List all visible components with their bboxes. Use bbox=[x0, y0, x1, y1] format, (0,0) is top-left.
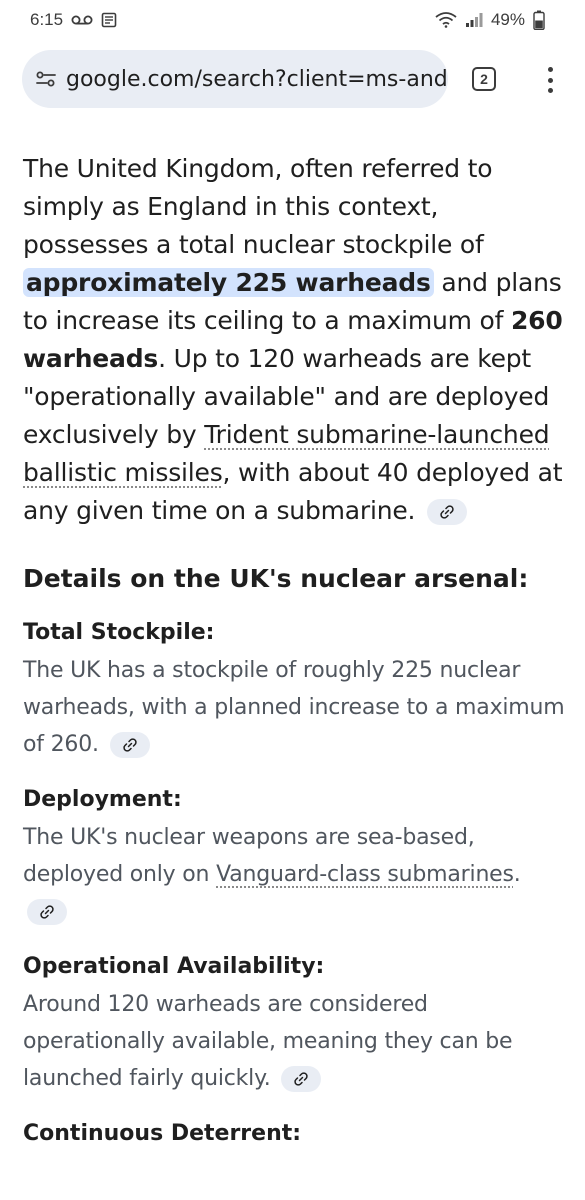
news-icon bbox=[101, 12, 117, 28]
detail-item: Total Stockpile: The UK has a stockpile … bbox=[23, 618, 568, 763]
battery-icon bbox=[533, 10, 545, 30]
detail-body-text: Around 120 warheads are considered opera… bbox=[23, 992, 513, 1091]
overflow-menu-icon[interactable] bbox=[540, 64, 560, 96]
wifi-icon bbox=[435, 12, 457, 28]
detail-body-text: The UK has a stockpile of roughly 225 nu… bbox=[23, 658, 565, 757]
detail-title: Total Stockpile: bbox=[23, 620, 215, 645]
site-settings-icon[interactable] bbox=[34, 67, 58, 91]
status-right: 49% bbox=[435, 10, 545, 30]
voicemail-icon bbox=[71, 14, 93, 26]
detail-item: Deployment: The UK's nuclear weapons are… bbox=[23, 785, 568, 930]
detail-body: The UK has a stockpile of roughly 225 nu… bbox=[23, 652, 568, 763]
tab-switcher-button[interactable]: 2 bbox=[472, 67, 496, 91]
source-link-icon[interactable] bbox=[109, 732, 150, 758]
ai-overview-content: The United Kingdom, often referred to si… bbox=[23, 150, 568, 1149]
detail-title: Operational Availability: bbox=[23, 954, 325, 979]
address-bar[interactable]: google.com/search?client=ms-andr bbox=[22, 50, 448, 108]
highlighted-fact: approximately 225 warheads bbox=[23, 268, 434, 297]
browser-toolbar: google.com/search?client=ms-andr 2 bbox=[0, 40, 585, 118]
vanguard-link[interactable]: Vanguard-class submarines bbox=[216, 862, 514, 887]
detail-body-text: . bbox=[513, 862, 521, 887]
source-link-icon[interactable] bbox=[281, 1066, 322, 1092]
url-text[interactable]: google.com/search?client=ms-andr bbox=[66, 67, 448, 92]
detail-item: Continuous Deterrent: bbox=[23, 1119, 568, 1149]
status-left: 6:15 bbox=[30, 10, 117, 30]
detail-title: Continuous Deterrent: bbox=[23, 1121, 302, 1146]
overview-paragraph: The United Kingdom, often referred to si… bbox=[23, 150, 568, 530]
detail-title: Deployment: bbox=[23, 787, 182, 812]
battery-percent: 49% bbox=[490, 10, 525, 29]
source-link-icon[interactable] bbox=[27, 899, 67, 925]
detail-body: The UK's nuclear weapons are sea-based, … bbox=[23, 819, 568, 930]
source-link-icon[interactable] bbox=[427, 499, 468, 525]
status-bar: 6:15 49% bbox=[0, 0, 585, 40]
signal-icon bbox=[465, 12, 483, 28]
detail-body: Around 120 warheads are considered opera… bbox=[23, 986, 568, 1097]
detail-item: Operational Availability: Around 120 war… bbox=[23, 952, 568, 1097]
clock: 6:15 bbox=[30, 10, 64, 29]
section-heading: Details on the UK's nuclear arsenal: bbox=[23, 564, 529, 593]
overview-text-1: The United Kingdom, often referred to si… bbox=[23, 154, 493, 259]
